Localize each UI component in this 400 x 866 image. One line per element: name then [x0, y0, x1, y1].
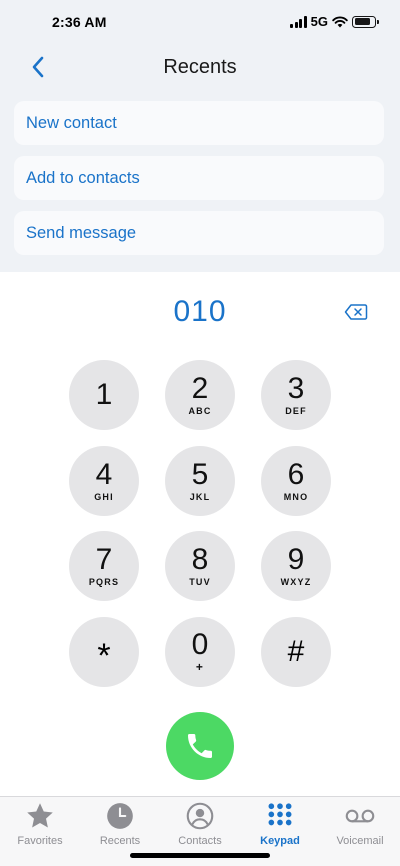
phone-icon — [188, 734, 212, 758]
key-letters: JKL — [189, 492, 211, 502]
person-circle-icon — [185, 801, 215, 831]
key-8[interactable]: 8 TUV — [165, 531, 235, 601]
call-button[interactable] — [166, 712, 234, 780]
cellular-signal-icon — [290, 15, 307, 28]
key-digit: 9 — [287, 543, 305, 576]
key-digit: 2 — [191, 372, 209, 405]
tab-label: Favorites — [17, 835, 63, 847]
key-letters: MNO — [283, 492, 309, 502]
key-digit: 4 — [95, 458, 113, 491]
network-type: 5G — [310, 14, 328, 29]
key-6[interactable]: 6 MNO — [261, 446, 331, 516]
key-letters: DEF — [285, 406, 307, 416]
key-3[interactable]: 3 DEF — [261, 360, 331, 430]
key-1[interactable]: 1 — [69, 360, 139, 430]
page-title: Recents — [163, 56, 237, 78]
status-time: 2:36 AM — [52, 14, 107, 30]
tab-label: Recents — [99, 835, 141, 847]
key-letters: GHI — [94, 492, 114, 502]
dialed-number: 010 — [173, 295, 227, 328]
send-message-button[interactable]: Send message — [14, 211, 384, 255]
wifi-icon — [332, 16, 348, 27]
key-hash[interactable]: # — [261, 617, 331, 687]
tab-contacts[interactable]: Contacts — [160, 801, 240, 851]
voicemail-icon — [345, 801, 375, 831]
status-indicators: 5G — [290, 14, 379, 29]
tab-label: Contacts — [178, 835, 222, 847]
key-digit: 5 — [191, 458, 209, 491]
clock-icon — [105, 801, 135, 831]
add-to-contacts-button[interactable]: Add to contacts — [14, 156, 384, 200]
backspace-icon — [344, 304, 368, 320]
key-letters: WXYZ — [280, 577, 312, 587]
delete-digit-button[interactable] — [344, 303, 368, 321]
key-digit: 8 — [191, 543, 209, 576]
key-digit: * — [97, 637, 111, 675]
key-7[interactable]: 7 PQRS — [69, 531, 139, 601]
home-indicator — [130, 853, 270, 858]
tab-favorites[interactable]: Favorites — [0, 801, 80, 851]
key-2[interactable]: 2 ABC — [165, 360, 235, 430]
key-letters: + — [195, 660, 205, 674]
keypad-icon — [265, 801, 295, 831]
key-5[interactable]: 5 JKL — [165, 446, 235, 516]
key-4[interactable]: 4 GHI — [69, 446, 139, 516]
status-bar: 2:36 AM 5G — [0, 0, 400, 46]
star-icon — [25, 801, 55, 831]
key-letters: TUV — [189, 577, 211, 587]
key-9[interactable]: 9 WXYZ — [261, 531, 331, 601]
tab-keypad[interactable]: Keypad — [240, 801, 320, 851]
key-digit: 7 — [95, 543, 113, 576]
key-digit: 6 — [287, 458, 305, 491]
tab-voicemail[interactable]: Voicemail — [320, 801, 400, 851]
navigation-bar: Recents — [0, 48, 400, 88]
key-0[interactable]: 0 + — [165, 617, 235, 687]
battery-icon — [352, 15, 379, 28]
battery-fill — [354, 18, 371, 25]
key-letters: ABC — [188, 406, 212, 416]
tab-label: Keypad — [260, 835, 300, 847]
key-digit: 3 — [287, 372, 305, 405]
key-digit: 0 — [191, 628, 209, 661]
key-digit: 1 — [95, 378, 113, 411]
new-contact-button[interactable]: New contact — [14, 101, 384, 145]
tab-label: Voicemail — [336, 835, 384, 847]
key-letters: PQRS — [88, 577, 120, 587]
tab-recents[interactable]: Recents — [80, 801, 160, 851]
key-star[interactable]: * — [69, 617, 139, 687]
key-digit: # — [287, 635, 305, 668]
